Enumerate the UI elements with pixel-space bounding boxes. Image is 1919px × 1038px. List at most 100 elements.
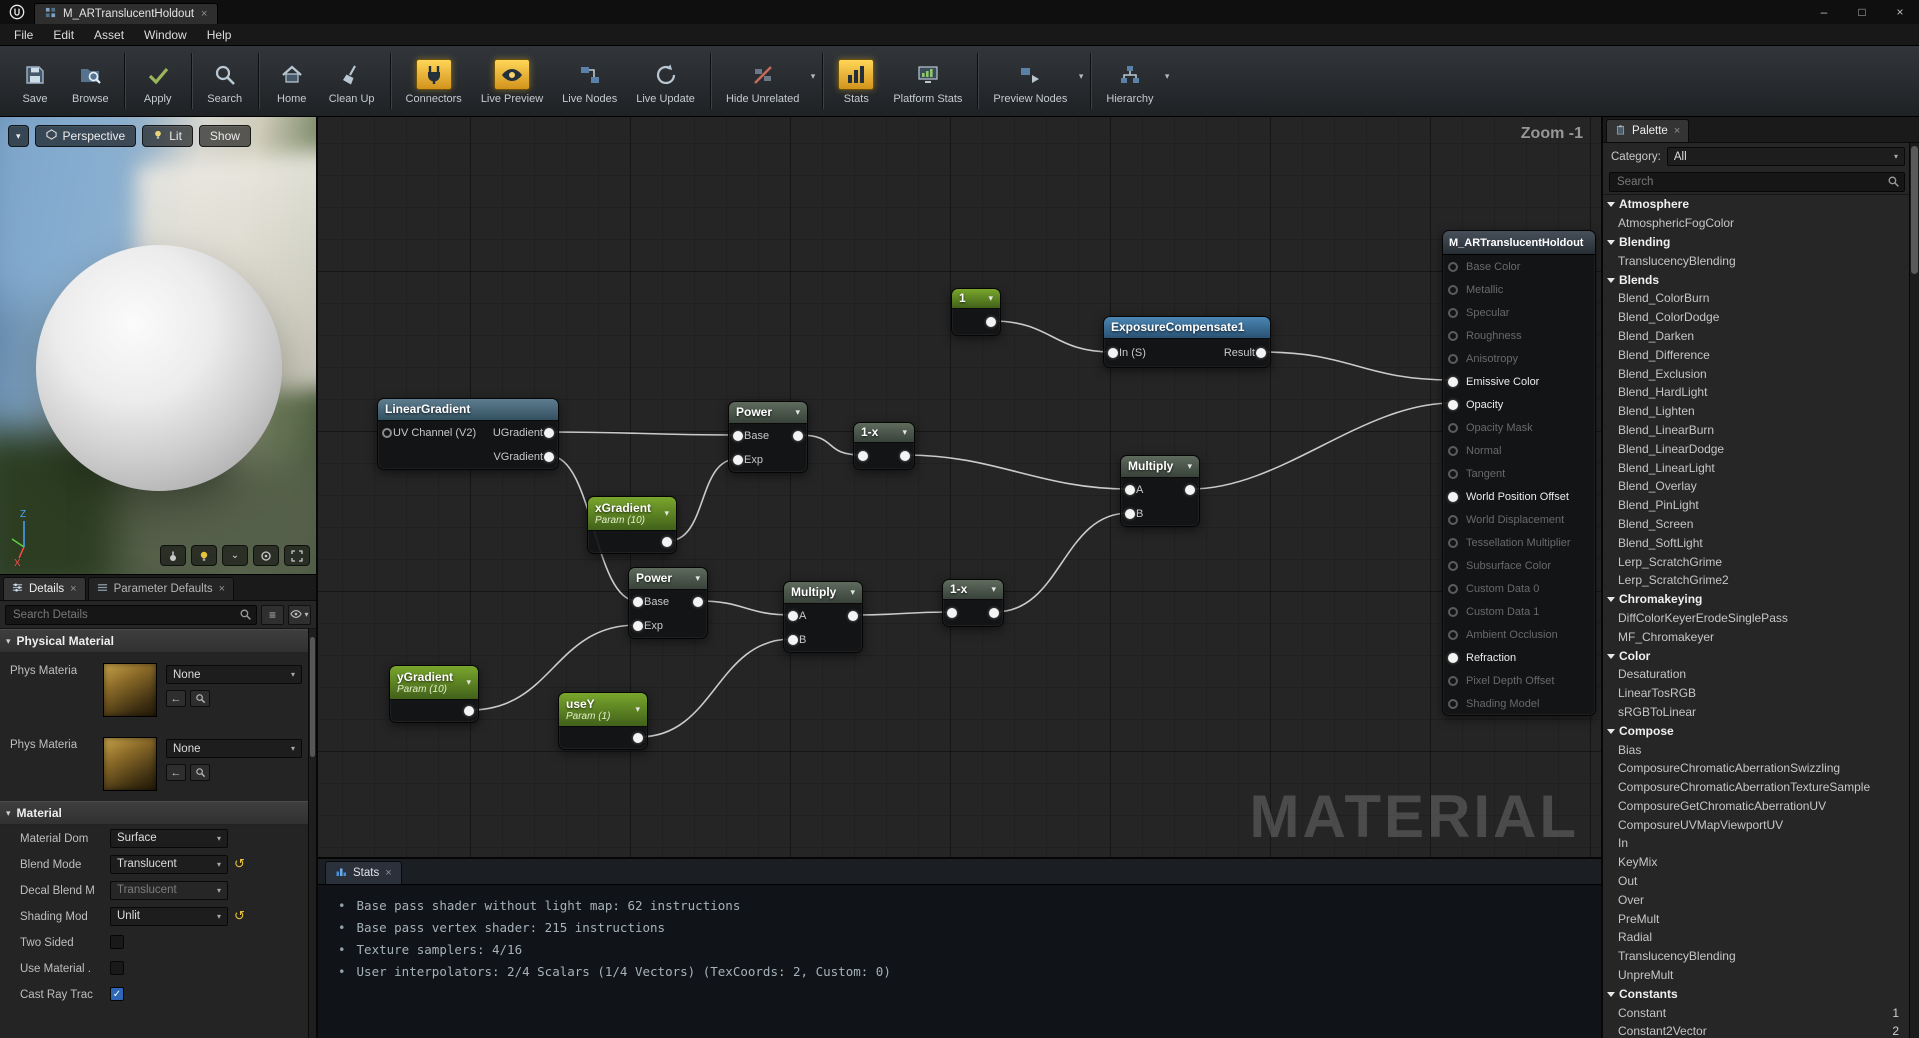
palette-item-lerp-scratchgrime[interactable]: Lerp_ScratchGrime — [1603, 552, 1907, 571]
perspective-button[interactable]: Perspective — [35, 125, 137, 147]
section-physical-material[interactable]: ▾ Physical Material — [0, 629, 316, 653]
chevron-down-icon[interactable]: ▾ — [985, 584, 996, 595]
tab-stats[interactable]: Stats × — [325, 861, 402, 884]
input-pin[interactable] — [1448, 262, 1458, 272]
output-pin[interactable] — [793, 431, 803, 441]
menu-help[interactable]: Help — [197, 24, 242, 46]
browse-to-asset-button[interactable] — [190, 690, 210, 707]
minimize-button[interactable]: – — [1805, 0, 1843, 24]
input-pin[interactable] — [947, 608, 957, 618]
node-one-minus-x-2[interactable]: 1-x▾ — [942, 579, 1004, 627]
input-pin[interactable] — [788, 611, 798, 621]
palette-item-blend-difference[interactable]: Blend_Difference — [1603, 345, 1907, 364]
palette-item-unpremult[interactable]: UnpreMult — [1603, 966, 1907, 985]
scrollbar-thumb[interactable] — [310, 637, 315, 757]
chevron-down-icon[interactable]: ▾ — [658, 508, 669, 519]
palette-item-srgbtolinear[interactable]: sRGBToLinear — [1603, 703, 1907, 722]
palette-item-blend-overlay[interactable]: Blend_Overlay — [1603, 477, 1907, 496]
phys-material-select[interactable]: None▾ — [166, 665, 302, 684]
toolbar-button-apply[interactable]: Apply — [131, 54, 185, 108]
output-pin[interactable] — [662, 537, 672, 547]
node-power-1[interactable]: Power▾BaseExp — [728, 401, 808, 473]
input-pin[interactable] — [1448, 676, 1458, 686]
material-thumbnail[interactable] — [103, 663, 157, 717]
details-search-input[interactable] — [5, 605, 257, 625]
palette-item-composurechromaticaberrationswizzling[interactable]: ComposureChromaticAberrationSwizzling — [1603, 759, 1907, 778]
node-material-result[interactable]: M_ARTranslucentHoldoutBase ColorMetallic… — [1442, 230, 1596, 716]
maximize-button[interactable]: □ — [1843, 0, 1881, 24]
use-selected-button[interactable]: ← — [166, 764, 186, 781]
chevron-down-icon[interactable]: ▾ — [1165, 71, 1170, 82]
input-pin[interactable] — [858, 451, 868, 461]
palette-item-keymix[interactable]: KeyMix — [1603, 853, 1907, 872]
phys-material-select[interactable]: None▾ — [166, 739, 302, 758]
palette-category-color[interactable]: Color — [1603, 646, 1907, 665]
toolbar-button-save[interactable]: Save — [8, 54, 62, 108]
input-pin[interactable] — [1448, 561, 1458, 571]
input-pin[interactable] — [1448, 446, 1458, 456]
node-exposure-compensate-1[interactable]: ExposureCompensate1In (S)Result — [1103, 316, 1271, 368]
node-x-gradient[interactable]: xGradientParam (10)▾ — [587, 496, 677, 554]
input-pin[interactable] — [633, 597, 643, 607]
tab-details[interactable]: Details × — [3, 577, 86, 600]
palette-item-diffcolorkeyererodesinglepass[interactable]: DiffColorKeyerErodeSinglePass — [1603, 609, 1907, 628]
palette-item-radial[interactable]: Radial — [1603, 928, 1907, 947]
toolbar-button-browse[interactable]: Browse — [63, 54, 118, 108]
checkbox-use-material[interactable] — [110, 961, 124, 975]
input-pin[interactable] — [1448, 492, 1458, 502]
palette-item-out[interactable]: Out — [1603, 872, 1907, 891]
lightbulb-icon[interactable] — [191, 545, 217, 566]
input-pin[interactable] — [1448, 354, 1458, 364]
palette-category-atmosphere[interactable]: Atmosphere — [1603, 195, 1907, 214]
output-pin[interactable] — [986, 317, 996, 327]
palette-item-mf-chromakeyer[interactable]: MF_Chromakeyer — [1603, 627, 1907, 646]
chevron-down-icon[interactable]: ▾ — [689, 573, 700, 584]
toolbar-button-search[interactable]: Search — [198, 54, 252, 108]
toolbar-button-preview-nodes[interactable]: Preview Nodes▾ — [984, 54, 1084, 108]
palette-category-blending[interactable]: Blending — [1603, 233, 1907, 252]
node-constant-1[interactable]: 1▾ — [951, 288, 1001, 336]
chevron-down-icon[interactable]: ▾ — [1181, 461, 1192, 472]
toolbar-button-live-update[interactable]: Live Update — [627, 54, 704, 108]
tab-palette[interactable]: Palette × — [1606, 119, 1689, 142]
palette-item-blend-linearburn[interactable]: Blend_LinearBurn — [1603, 421, 1907, 440]
use-selected-button[interactable]: ← — [166, 690, 186, 707]
palette-item-composurechromaticaberrationtexturesample[interactable]: ComposureChromaticAberrationTextureSampl… — [1603, 778, 1907, 797]
input-pin[interactable] — [1448, 331, 1458, 341]
input-pin[interactable] — [1448, 630, 1458, 640]
input-pin[interactable] — [733, 455, 743, 465]
input-pin[interactable] — [1448, 423, 1458, 433]
scrollbar-thumb[interactable] — [1911, 146, 1918, 274]
palette-item-blend-darken[interactable]: Blend_Darken — [1603, 327, 1907, 346]
toolbar-button-clean-up[interactable]: Clean Up — [320, 54, 384, 108]
palette-item-blend-pinlight[interactable]: Blend_PinLight — [1603, 496, 1907, 515]
menu-asset[interactable]: Asset — [84, 24, 134, 46]
toolbar-button-platform-stats[interactable]: Platform Stats — [884, 54, 971, 108]
node-one-minus-x-1[interactable]: 1-x▾ — [853, 422, 915, 470]
output-pin[interactable] — [693, 597, 703, 607]
input-pin[interactable] — [1448, 308, 1458, 318]
combo-material-dom[interactable]: Surface▾ — [110, 829, 228, 848]
chevron-down-icon[interactable]: ▾ — [789, 407, 800, 418]
graph-canvas[interactable]: MATERIAL Zoom -1 1▾ExposureCompensate1In… — [318, 117, 1601, 857]
palette-category-constants[interactable]: Constants — [1603, 984, 1907, 1003]
menu-window[interactable]: Window — [134, 24, 197, 46]
input-pin[interactable] — [382, 428, 392, 438]
chevron-down-icon[interactable]: ▾ — [896, 427, 907, 438]
palette-item-blend-hardlight[interactable]: Blend_HardLight — [1603, 383, 1907, 402]
checkbox-two-sided[interactable] — [110, 935, 124, 949]
preview-viewport[interactable]: ▾ Perspective Lit Show — [0, 117, 316, 575]
tab-parameter-defaults[interactable]: Parameter Defaults × — [88, 577, 235, 600]
document-tab[interactable]: M_ARTranslucentHoldout × — [34, 3, 218, 24]
input-pin[interactable] — [733, 431, 743, 441]
palette-item-composureuvmapviewportuv[interactable]: ComposureUVMapViewportUV — [1603, 815, 1907, 834]
reset-to-default-button[interactable]: ↺ — [234, 908, 245, 924]
combo-decal-blend-m[interactable]: Translucent▾ — [110, 881, 228, 900]
input-pin[interactable] — [1448, 607, 1458, 617]
navigation-icon[interactable] — [160, 545, 186, 566]
output-pin[interactable] — [544, 428, 554, 438]
menu-file[interactable]: File — [4, 24, 43, 46]
palette-item-blend-lineardodge[interactable]: Blend_LinearDodge — [1603, 439, 1907, 458]
node-use-y[interactable]: useYParam (1)▾ — [558, 692, 648, 750]
viewport-options-button[interactable]: ▾ — [8, 125, 29, 147]
